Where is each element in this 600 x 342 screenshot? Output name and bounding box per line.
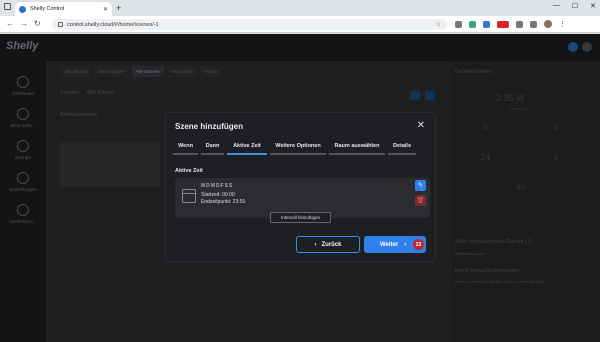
chevron-right-icon: › xyxy=(404,241,407,248)
close-icon[interactable]: ✕ xyxy=(417,120,425,131)
profile-avatar[interactable] xyxy=(544,20,552,28)
shelly-favicon-icon xyxy=(19,5,26,13)
browser-tab[interactable]: Shelly Control ✕ xyxy=(15,2,112,16)
calendar-icon xyxy=(182,189,196,203)
edit-interval-button[interactable]: ✎ xyxy=(415,180,426,191)
new-tab-icon[interactable]: + xyxy=(116,3,121,13)
back-button[interactable]: ‹ Zurück xyxy=(296,236,360,253)
next-button-label: Weiter xyxy=(380,241,399,248)
add-interval-button[interactable]: Intervall hinzufügen xyxy=(270,212,331,223)
step-select-room[interactable]: Raum auswählen xyxy=(329,140,385,155)
delete-interval-button[interactable]: 🗑 xyxy=(415,195,426,206)
extension-icon[interactable] xyxy=(483,20,490,28)
step-label: Weitere Optionen xyxy=(275,143,321,149)
weekdays: MDMDFSS xyxy=(201,183,234,189)
bookmark-star-icon[interactable]: ☆ xyxy=(436,21,441,28)
step-then[interactable]: Dann xyxy=(201,140,224,155)
tab-search-icon[interactable] xyxy=(4,3,11,10)
browser-toolbar: ← → ↻ control.shelly.cloud/#/home/scenes… xyxy=(0,16,600,33)
extension-icon[interactable] xyxy=(497,20,509,28)
menu-dots-icon[interactable]: ⋮ xyxy=(559,20,566,28)
step-details[interactable]: Details xyxy=(388,140,416,155)
tab-title: Shelly Control xyxy=(30,6,65,12)
section-label: Aktive Zeit xyxy=(175,168,203,174)
dialog-title: Szene hinzufügen xyxy=(175,122,243,131)
step-when[interactable]: Wenn xyxy=(173,140,198,155)
minimize-icon[interactable]: — xyxy=(553,2,560,10)
window-controls: — ☐ ✕ xyxy=(553,2,596,10)
end-time: Endzeitpunkt: 23:59 xyxy=(201,199,246,205)
start-time: Startzeit: 00:00 xyxy=(201,192,235,198)
step-label: Aktive Zeit xyxy=(233,143,261,149)
tab-bar: Shelly Control ✕ + — ☐ ✕ xyxy=(0,0,600,16)
add-scene-dialog: Szene hinzufügen ✕ Wenn Dann Aktive Zeit… xyxy=(165,112,436,262)
chevron-left-icon: ‹ xyxy=(314,241,317,248)
url-text: control.shelly.cloud/#/home/scenes/-1 xyxy=(67,21,159,28)
back-button-label: Zurück xyxy=(321,241,342,248)
lock-icon xyxy=(58,22,63,27)
address-bar[interactable]: control.shelly.cloud/#/home/scenes/-1 ☆ xyxy=(52,19,447,30)
extension-icon[interactable] xyxy=(516,20,523,28)
extension-icon[interactable] xyxy=(469,20,476,28)
close-tab-icon[interactable]: ✕ xyxy=(103,6,108,13)
extensions-area: ⋮ xyxy=(455,20,566,28)
forward-arrow-icon[interactable]: → xyxy=(20,19,28,28)
back-arrow-icon[interactable]: ← xyxy=(6,19,14,28)
step-active-time[interactable]: Aktive Zeit xyxy=(227,140,267,155)
wizard-steps: Wenn Dann Aktive Zeit Weitere Optionen R… xyxy=(173,140,430,155)
step-label: Dann xyxy=(205,143,220,149)
puzzle-icon[interactable] xyxy=(530,20,537,28)
step-label: Raum auswählen xyxy=(334,143,380,149)
extension-icon[interactable] xyxy=(455,20,462,28)
next-button[interactable]: Weiter › 22 xyxy=(364,236,426,253)
step-more-options[interactable]: Weitere Optionen xyxy=(270,140,326,155)
notification-badge: 22 xyxy=(413,239,424,250)
maximize-icon[interactable]: ☐ xyxy=(572,2,578,10)
close-window-icon[interactable]: ✕ xyxy=(590,2,596,10)
step-label: Wenn xyxy=(178,143,193,149)
reload-icon[interactable]: ↻ xyxy=(34,19,41,28)
step-label: Details xyxy=(392,143,412,149)
